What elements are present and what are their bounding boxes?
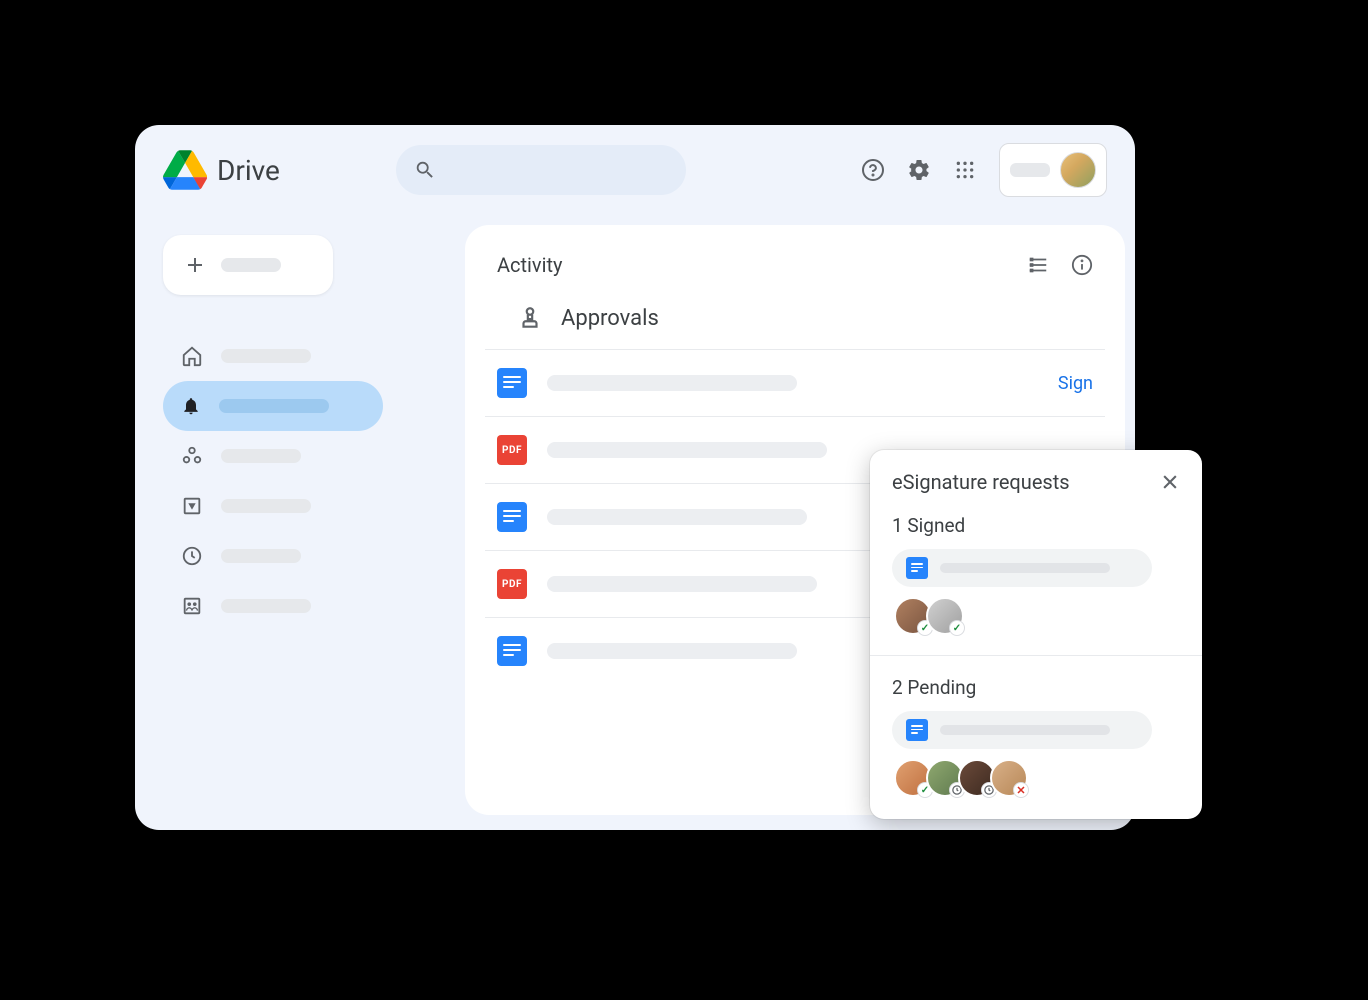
panel-title: Activity xyxy=(497,253,562,277)
home-icon xyxy=(181,345,203,367)
nav-label-placeholder xyxy=(221,599,311,613)
nav xyxy=(163,331,413,631)
plus-icon xyxy=(183,253,207,277)
logo[interactable]: Drive xyxy=(163,150,280,190)
account-switcher[interactable] xyxy=(999,143,1107,197)
nav-label-placeholder xyxy=(221,449,301,463)
docs-file-icon xyxy=(497,368,527,398)
signer-avatar[interactable]: ✓ xyxy=(926,597,964,635)
nav-mydrive[interactable] xyxy=(163,481,413,531)
user-avatar[interactable] xyxy=(1060,152,1096,188)
nav-recent[interactable] xyxy=(163,531,413,581)
help-icon xyxy=(861,158,885,182)
new-button[interactable] xyxy=(163,235,333,295)
docs-file-icon xyxy=(906,719,928,741)
sidebar xyxy=(163,235,413,631)
doc-name-placeholder xyxy=(547,442,827,458)
nav-label-placeholder xyxy=(221,549,301,563)
workspaces-icon xyxy=(181,445,203,467)
divider xyxy=(870,655,1202,656)
info-button[interactable] xyxy=(1071,254,1093,276)
doc-name-placeholder xyxy=(940,725,1110,735)
nav-sharedwithme[interactable] xyxy=(163,581,413,631)
help-button[interactable] xyxy=(861,158,885,182)
doc-row[interactable]: Sign xyxy=(485,350,1105,417)
list-view-icon xyxy=(1027,254,1049,276)
doc-name-placeholder xyxy=(547,576,817,592)
drive-icon xyxy=(181,495,203,517)
settings-button[interactable] xyxy=(907,158,931,182)
docs-file-icon xyxy=(497,636,527,666)
pdf-file-icon: PDF xyxy=(497,435,527,465)
approvals-stamp-icon xyxy=(517,305,543,331)
doc-name-placeholder xyxy=(547,509,807,525)
close-icon xyxy=(1160,472,1180,492)
gear-icon xyxy=(907,158,931,182)
docs-file-icon xyxy=(497,502,527,532)
signer-avatars: ✓ ✓ xyxy=(894,597,1180,635)
signer-avatars: ✓ ✕ xyxy=(894,759,1180,797)
popup-header: eSignature requests xyxy=(892,470,1180,494)
sign-link[interactable]: Sign xyxy=(1058,373,1093,394)
nav-shared[interactable] xyxy=(163,431,413,481)
doc-name-placeholder xyxy=(547,375,797,391)
nav-label-placeholder xyxy=(221,499,311,513)
new-label-placeholder xyxy=(221,258,281,272)
nav-label-placeholder xyxy=(221,349,311,363)
panel-header: Activity xyxy=(465,253,1125,277)
search-icon xyxy=(414,159,436,181)
header: Drive xyxy=(135,125,1135,215)
clock-icon xyxy=(181,545,203,567)
drive-logo-icon xyxy=(163,150,207,190)
header-actions xyxy=(861,143,1107,197)
bell-icon xyxy=(181,396,201,416)
doc-name-placeholder xyxy=(940,563,1110,573)
popup-title: eSignature requests xyxy=(892,470,1070,494)
popup-section-pending-title: 2 Pending xyxy=(892,676,1180,699)
layout-toggle-button[interactable] xyxy=(1027,254,1049,276)
popup-doc-chip[interactable] xyxy=(892,711,1152,749)
people-icon xyxy=(181,595,203,617)
nav-home[interactable] xyxy=(163,331,413,381)
esignature-popup: eSignature requests 1 Signed ✓ ✓ 2 Pendi… xyxy=(870,450,1202,819)
status-signed-icon: ✓ xyxy=(949,620,965,636)
popup-doc-chip[interactable] xyxy=(892,549,1152,587)
status-declined-icon: ✕ xyxy=(1013,782,1029,798)
apps-button[interactable] xyxy=(953,158,977,182)
close-button[interactable] xyxy=(1160,472,1180,492)
nav-activity[interactable] xyxy=(163,381,383,431)
popup-section-signed-title: 1 Signed xyxy=(892,514,1180,537)
signer-avatar[interactable]: ✕ xyxy=(990,759,1028,797)
app-title: Drive xyxy=(217,154,280,187)
account-label-placeholder xyxy=(1010,163,1050,177)
nav-label-placeholder xyxy=(219,399,329,413)
apps-grid-icon xyxy=(955,160,975,180)
section-title: Approvals xyxy=(561,306,659,331)
docs-file-icon xyxy=(906,557,928,579)
pdf-file-icon: PDF xyxy=(497,569,527,599)
doc-name-placeholder xyxy=(547,643,797,659)
section-header: Approvals xyxy=(485,277,1105,350)
search-input[interactable] xyxy=(396,145,686,195)
info-icon xyxy=(1071,254,1093,276)
